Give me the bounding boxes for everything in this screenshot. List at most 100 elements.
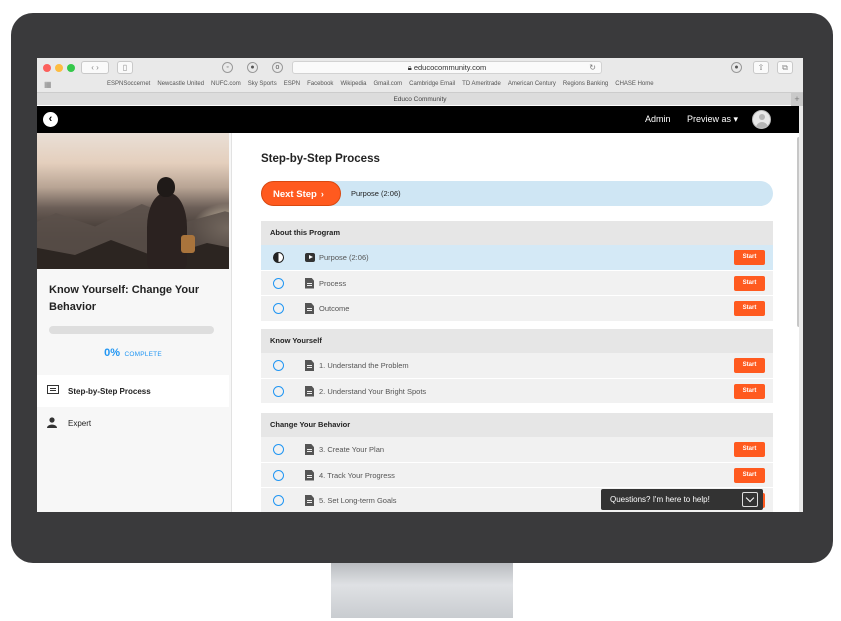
next-step-button[interactable]: Next Step › [261,181,341,206]
document-icon [305,444,314,455]
bookmark-link[interactable]: TD Ameritrade [462,81,501,87]
chevron-down-icon[interactable] [742,492,758,507]
circle-icon [273,303,284,314]
close-window-button[interactable] [43,64,51,72]
share-icon[interactable]: ⇧ [753,61,769,74]
start-button[interactable]: Start [734,467,765,483]
admin-link[interactable]: Admin [645,114,671,124]
bookmark-link[interactable]: ESPN [284,81,300,87]
chevron-right-icon: › [320,189,324,199]
browser-scrollbar[interactable] [799,106,803,512]
step-label: 3. Create Your Plan [319,445,385,454]
step-row[interactable]: Process Start [261,270,773,296]
bookmark-link[interactable]: Regions Banking [563,81,608,87]
bookmark-link[interactable]: Wikipedia [340,81,366,87]
bookmark-link[interactable]: Newcastle United [157,81,204,87]
top-sites-icon[interactable]: ▦ [44,80,52,89]
start-button[interactable]: Start [734,275,765,291]
section-title: About this Program [261,221,773,245]
start-button[interactable]: Start [734,383,765,399]
screen: ‹ › ▯ ◦ ● o 🔒︎ educocommunity.com ↻ ● ⇧ … [37,58,803,512]
document-icon [305,385,314,397]
step-label: 5. Set Long-term Goals [319,496,397,505]
user-icon [47,417,57,431]
bookmark-link[interactable]: Facebook [307,81,333,87]
bookmark-link[interactable]: American Century [508,81,556,87]
extension-icon[interactable]: ● [247,62,258,73]
sidebar-item-label: Step-by-Step Process [68,387,151,396]
start-button[interactable]: Start [734,250,765,265]
program-section: Know Yourself 1. Understand the Problem St… [261,329,773,404]
start-button[interactable]: Start [734,442,765,457]
document-icon [305,469,314,481]
circle-icon [273,444,284,455]
step-row[interactable]: Outcome Start [261,296,773,322]
back-icon[interactable]: ‹ [43,112,58,127]
section-title: Know Yourself [261,329,773,353]
step-label: Purpose (2:06) [319,253,369,262]
step-row[interactable]: 4. Track Your Progress Start [261,462,773,488]
step-row[interactable]: 2. Understand Your Bright Spots Start [261,378,773,404]
reload-icon[interactable]: ↻ [589,62,596,74]
minimize-window-button[interactable] [55,64,63,72]
course-title: Know Yourself: Change Your Behavior [49,284,200,313]
app-topbar: ‹ Admin Preview as ▾ [37,106,803,133]
start-button[interactable]: Start [734,358,765,373]
preview-as-dropdown[interactable]: Preview as ▾ [687,114,738,125]
chat-label: Questions? I'm here to help! [610,495,710,504]
step-label: 1. Understand the Problem [319,361,409,370]
progress-percent: 0% [104,347,121,359]
circle-icon [273,495,284,506]
sidebar-toggle-icon[interactable]: ▯ [117,61,133,74]
document-icon [305,495,314,506]
back-forward-buttons[interactable]: ‹ › [81,61,109,74]
document-icon [305,277,314,289]
avatar[interactable] [752,110,771,129]
step-label: Outcome [319,304,350,313]
sidebar-nav: Step-by-Step Process Expert [37,375,229,439]
progress-complete-label: COMPLETE [124,351,162,358]
reader-icon[interactable]: ◦ [222,62,233,73]
section-title: Change Your Behavior [261,413,773,437]
progress-bar [49,326,214,334]
bookmark-link[interactable]: NUFC.com [211,81,241,87]
sidebar-item-label: Expert [68,419,92,428]
bookmark-link[interactable]: ESPNSoccernet [107,81,150,87]
address-bar[interactable]: 🔒︎ educocommunity.com ↻ [292,61,602,74]
circle-icon [273,385,284,397]
document-icon [305,303,314,314]
bookmark-link[interactable]: Cambridge Email [409,81,455,87]
privacy-icon[interactable]: o [272,62,283,73]
progress-text: 0% COMPLETE [37,343,229,361]
zoom-window-button[interactable] [67,64,75,72]
chat-widget[interactable]: Questions? I'm here to help! [601,489,763,510]
step-label: Process [319,278,347,288]
step-row[interactable]: Purpose (2:06) Start [261,245,773,271]
program-section: About this Program Purpose (2:06) Start Pro… [261,221,773,322]
course-hero-image [37,133,229,269]
video-icon [305,253,315,262]
circle-icon [273,469,284,481]
sidebar-item-expert[interactable]: Expert [37,407,229,439]
half-circle-icon [273,252,284,263]
tabs-icon[interactable]: ⧉ [777,61,793,74]
step-label: 2. Understand Your Bright Spots [319,386,427,396]
start-button[interactable]: Start [734,301,765,316]
sidebar: Know Yourself: Change Your Behavior 0% C… [37,133,232,512]
step-row[interactable]: 1. Understand the Problem Start [261,353,773,379]
document-icon [305,360,314,371]
bookmark-link[interactable]: Gmail.com [373,81,402,87]
bookmark-link[interactable]: Sky Sports [248,81,277,87]
bookmark-link[interactable]: CHASE Home [615,81,653,87]
new-tab-button[interactable]: + [791,93,803,106]
next-step-bar: Next Step › Purpose (2:06) [261,181,773,206]
step-row[interactable]: 3. Create Your Plan Start [261,437,773,463]
bookmarks-list: ESPNSoccernet Newcastle United NUFC.com Sky… [107,81,661,87]
bookmarks-bar: ▦ ESPNSoccernet Newcastle United NUFC.com S… [37,79,803,91]
sidebar-item-step-by-step[interactable]: Step-by-Step Process [37,375,229,407]
page-title: Step-by-Step Process [261,153,380,165]
download-icon[interactable]: ● [731,62,742,73]
list-icon [47,385,59,397]
monitor-stand [331,563,513,618]
tab-title[interactable]: Educo Community + [37,92,803,106]
